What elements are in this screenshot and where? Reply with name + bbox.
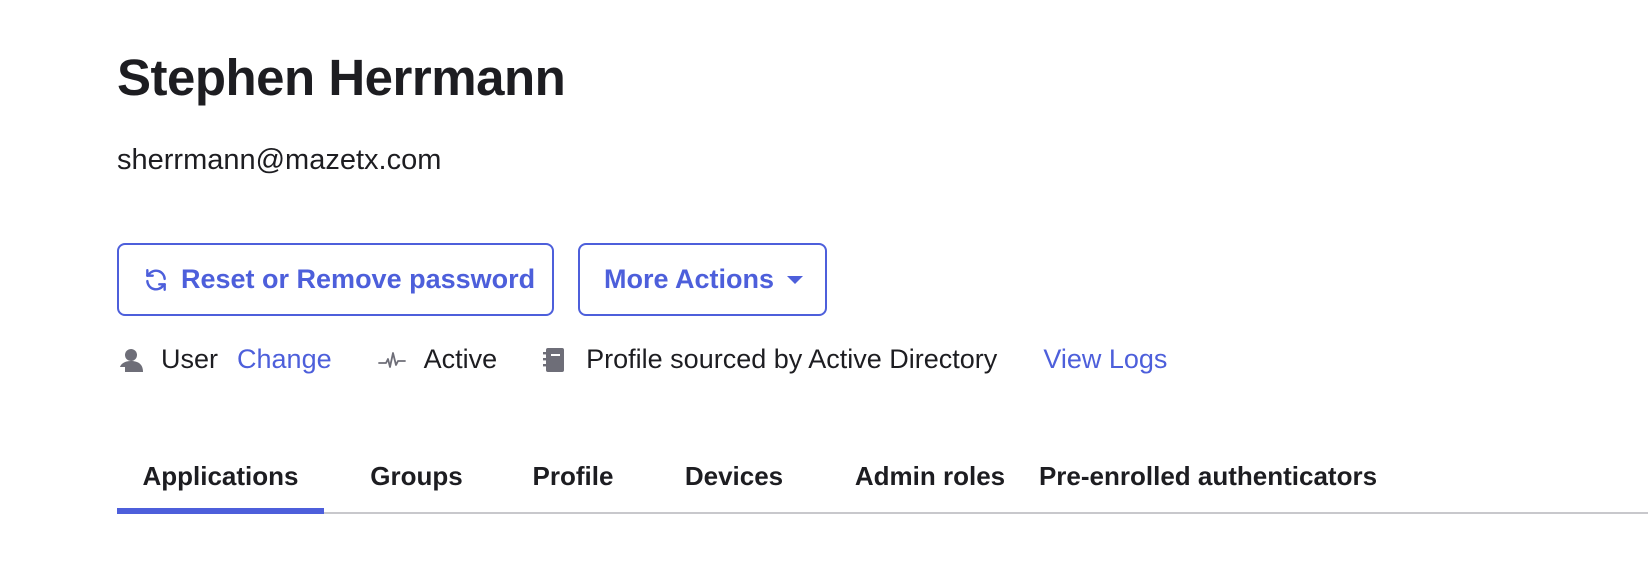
user-email: sherrmann@mazetx.com <box>117 144 442 176</box>
role-label: User <box>161 344 219 374</box>
profile-tabs: Applications Groups Profile Devices Admi… <box>117 440 1648 514</box>
tab-devices[interactable]: Devices <box>637 440 831 512</box>
user-icon <box>117 347 145 373</box>
reset-password-label: Reset or Remove password <box>181 264 536 294</box>
refresh-icon <box>143 267 169 293</box>
change-role-link[interactable]: Change <box>237 344 332 375</box>
directory-book-icon <box>543 347 565 373</box>
reset-password-button[interactable]: Reset or Remove password <box>117 243 554 316</box>
tab-admin-roles[interactable]: Admin roles <box>831 440 1029 512</box>
action-buttons: Reset or Remove password More Actions <box>117 243 827 316</box>
user-meta-row: User Change Active Profile sourced by Ac… <box>117 344 1167 375</box>
status-label: Active <box>423 344 498 374</box>
activity-pulse-icon <box>377 350 406 370</box>
profile-source-label: Profile sourced by Active Directory <box>586 344 998 374</box>
caret-down-icon <box>786 274 804 286</box>
page-title: Stephen Herrmann <box>117 49 566 106</box>
tab-pre-enrolled-authenticators[interactable]: Pre-enrolled authenticators <box>1029 440 1387 512</box>
more-actions-label: More Actions <box>604 264 775 294</box>
tab-groups[interactable]: Groups <box>324 440 509 512</box>
more-actions-button[interactable]: More Actions <box>578 243 827 316</box>
view-logs-link[interactable]: View Logs <box>1043 344 1167 375</box>
tab-applications[interactable]: Applications <box>117 440 324 514</box>
tab-profile[interactable]: Profile <box>509 440 637 512</box>
